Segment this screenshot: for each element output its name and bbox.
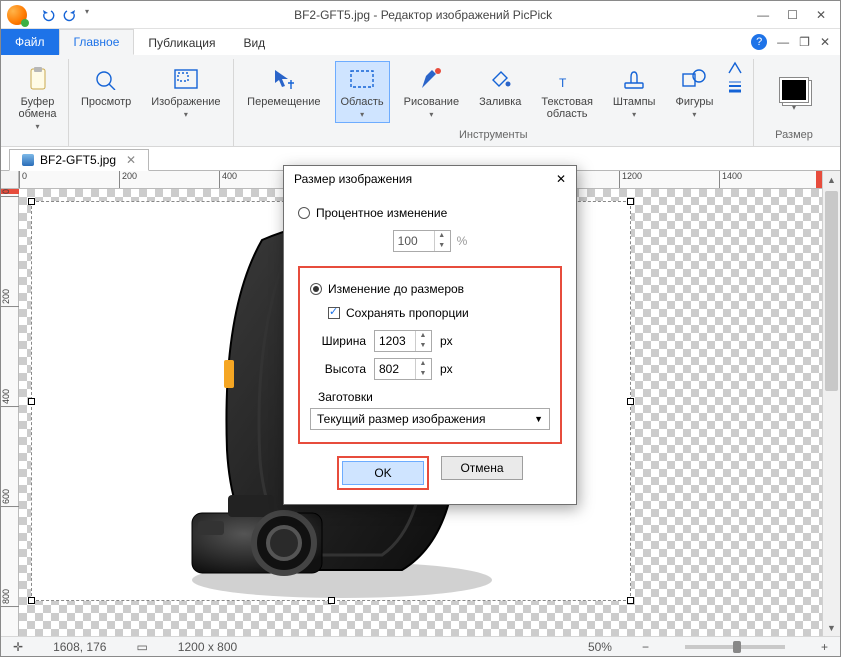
redo-icon[interactable] xyxy=(63,8,77,22)
window-title: BF2-GFT5.jpg - Редактор изображений PicP… xyxy=(89,8,757,22)
vertical-ruler: 0 200 400 600 800 xyxy=(1,189,19,637)
resize-handle[interactable] xyxy=(28,398,35,405)
scroll-thumb[interactable] xyxy=(825,191,838,391)
checkbox-icon xyxy=(328,307,340,319)
preview-button[interactable]: Просмотр xyxy=(75,61,137,112)
width-input[interactable]: ▲▼ xyxy=(374,330,432,352)
status-dimensions: 1200 x 800 xyxy=(178,640,237,654)
resize-section-highlight: Изменение до размеров Сохранять пропорци… xyxy=(298,266,562,444)
ok-button-highlight: OK xyxy=(337,456,429,490)
svg-text:T: T xyxy=(559,76,567,90)
draw-tool-button[interactable]: Рисование▾ xyxy=(398,61,465,123)
dims-icon: ▭ xyxy=(136,640,147,654)
resize-handle[interactable] xyxy=(28,198,35,205)
group-size-label: Размер xyxy=(775,129,813,144)
minimize-icon[interactable]: ― xyxy=(757,8,769,22)
dialog-close-icon[interactable]: ✕ xyxy=(556,172,566,186)
document-tab[interactable]: BF2-GFT5.jpg ✕ xyxy=(9,149,149,171)
image-button[interactable]: Изображение▾ xyxy=(145,61,226,123)
resize-handle[interactable] xyxy=(627,398,634,405)
scroll-up-icon[interactable]: ▲ xyxy=(823,171,840,189)
text-tool-button[interactable]: T Текстовая область xyxy=(535,61,598,124)
resize-handle[interactable] xyxy=(627,597,634,604)
group-tools-label: Инструменты xyxy=(459,129,528,144)
doc-tab-label: BF2-GFT5.jpg xyxy=(40,153,116,167)
zoom-in-icon[interactable]: + xyxy=(821,640,828,654)
dialog-title: Размер изображения xyxy=(294,172,412,186)
outline-picker-icon[interactable] xyxy=(727,61,743,75)
tab-main[interactable]: Главное xyxy=(59,29,135,55)
file-menu[interactable]: Файл xyxy=(1,29,59,55)
cancel-button[interactable]: Отмена xyxy=(441,456,523,480)
clipboard-button[interactable]: Буфер обмена▾ xyxy=(12,61,62,135)
close-icon[interactable]: ✕ xyxy=(816,8,826,22)
shapes-button[interactable]: Фигуры▾ xyxy=(669,61,719,123)
percent-input[interactable]: ▲▼ xyxy=(393,230,451,252)
maximize-icon[interactable]: ☐ xyxy=(787,8,798,22)
fill-tool-button[interactable]: Заливка xyxy=(473,61,527,112)
ok-button[interactable]: OK xyxy=(342,461,424,485)
tab-view[interactable]: Вид xyxy=(229,29,279,55)
doc-tab-close-icon[interactable]: ✕ xyxy=(126,153,136,167)
tab-publish[interactable]: Публикация xyxy=(134,29,229,55)
keep-aspect-checkbox[interactable]: Сохранять пропорции xyxy=(328,306,550,320)
doc-tab-icon xyxy=(22,154,34,166)
radio-icon xyxy=(310,283,322,295)
undo-icon[interactable] xyxy=(41,8,55,22)
height-input[interactable]: ▲▼ xyxy=(374,358,432,380)
radio-percent[interactable]: Процентное изменение xyxy=(298,206,562,220)
ribbon-minimize-icon[interactable]: ― xyxy=(777,35,789,49)
line-weight-icon[interactable] xyxy=(727,79,743,93)
move-tool-button[interactable]: Перемещение xyxy=(241,61,326,112)
presets-combo[interactable]: Текущий размер изображения ▼ xyxy=(310,408,550,430)
scroll-down-icon[interactable]: ▼ xyxy=(823,619,840,637)
app-icon xyxy=(7,5,27,25)
radio-icon xyxy=(298,207,310,219)
zoom-slider[interactable] xyxy=(685,645,785,649)
vertical-scrollbar[interactable]: ▲ ▼ xyxy=(822,171,840,637)
ruler-corner xyxy=(1,171,19,189)
color-swatch[interactable] xyxy=(780,78,808,102)
resize-handle[interactable] xyxy=(627,198,634,205)
zoom-out-icon[interactable]: − xyxy=(642,640,649,654)
cursor-pos-icon: ✛ xyxy=(13,640,23,654)
color-dropdown-icon[interactable]: ▾ xyxy=(792,103,796,112)
radio-resize[interactable]: Изменение до размеров xyxy=(310,282,550,296)
ribbon-restore-icon[interactable]: ❐ xyxy=(799,35,810,49)
help-icon[interactable]: ? xyxy=(751,34,767,50)
stamps-button[interactable]: Штампы▾ xyxy=(607,61,662,123)
chevron-down-icon: ▼ xyxy=(534,414,543,424)
resize-dialog: Размер изображения ✕ Процентное изменени… xyxy=(283,165,577,505)
presets-label: Заготовки xyxy=(318,390,550,404)
region-tool-button[interactable]: Область▾ xyxy=(335,61,390,123)
status-zoom: 50% xyxy=(588,640,612,654)
status-cursor-pos: 1608, 176 xyxy=(53,640,106,654)
ribbon-close-icon[interactable]: ✕ xyxy=(820,35,830,49)
resize-handle[interactable] xyxy=(28,597,35,604)
